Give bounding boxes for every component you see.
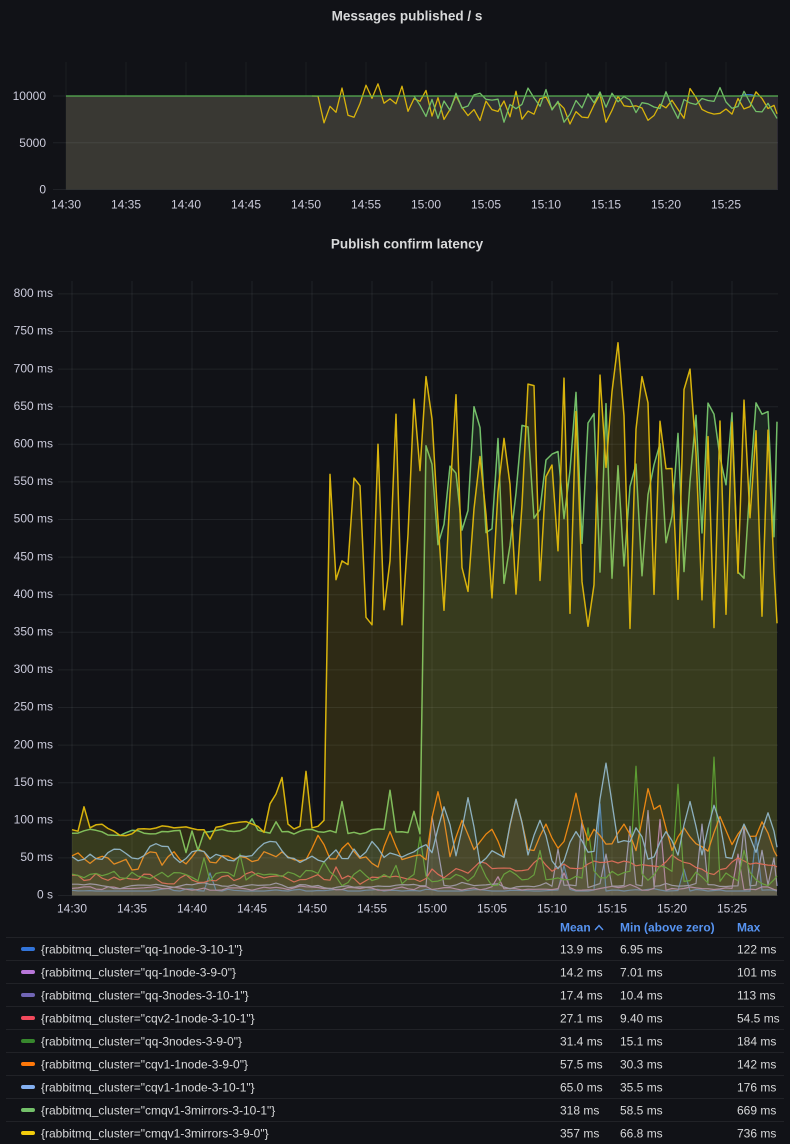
- svg-text:15:25: 15:25: [711, 198, 741, 212]
- svg-text:0 s: 0 s: [37, 888, 53, 902]
- svg-text:250 ms: 250 ms: [14, 700, 53, 714]
- svg-text:14:55: 14:55: [351, 198, 381, 212]
- svg-text:15:00: 15:00: [411, 198, 441, 212]
- svg-text:14:35: 14:35: [117, 902, 147, 916]
- svg-text:27.1 ms: 27.1 ms: [560, 1011, 603, 1025]
- svg-text:Min (above zero): Min (above zero): [620, 921, 715, 935]
- svg-text:0: 0: [39, 183, 46, 197]
- svg-text:14.2 ms: 14.2 ms: [560, 965, 603, 979]
- svg-text:700 ms: 700 ms: [14, 361, 53, 375]
- svg-text:500 ms: 500 ms: [14, 512, 53, 526]
- svg-text:14:50: 14:50: [297, 902, 327, 916]
- svg-text:65.0 ms: 65.0 ms: [560, 1080, 603, 1094]
- svg-text:31.4 ms: 31.4 ms: [560, 1034, 603, 1048]
- svg-text:14:45: 14:45: [237, 902, 267, 916]
- svg-text:669 ms: 669 ms: [737, 1103, 776, 1117]
- svg-text:7.01 ms: 7.01 ms: [620, 965, 663, 979]
- svg-text:14:55: 14:55: [357, 902, 387, 916]
- svg-text:58.5 ms: 58.5 ms: [620, 1103, 663, 1117]
- svg-text:176 ms: 176 ms: [737, 1080, 776, 1094]
- svg-text:14:30: 14:30: [51, 198, 81, 212]
- svg-text:14:35: 14:35: [111, 198, 141, 212]
- svg-text:35.5 ms: 35.5 ms: [620, 1080, 663, 1094]
- svg-text:10.4 ms: 10.4 ms: [620, 988, 663, 1002]
- svg-text:10000: 10000: [13, 89, 47, 103]
- svg-text:101 ms: 101 ms: [737, 965, 776, 979]
- svg-text:15:15: 15:15: [591, 198, 621, 212]
- svg-text:15.1 ms: 15.1 ms: [620, 1034, 663, 1048]
- svg-text:450 ms: 450 ms: [14, 549, 53, 563]
- svg-text:142 ms: 142 ms: [737, 1057, 776, 1071]
- svg-text:14:40: 14:40: [171, 198, 201, 212]
- svg-text:200 ms: 200 ms: [14, 737, 53, 751]
- svg-text:113 ms: 113 ms: [737, 988, 775, 1002]
- svg-text:{rabbitmq_cluster="qq-3nodes-3: {rabbitmq_cluster="qq-3nodes-3-10-1"}: [41, 988, 249, 1002]
- svg-text:550 ms: 550 ms: [14, 474, 53, 488]
- svg-text:800 ms: 800 ms: [14, 286, 53, 300]
- svg-text:Messages published / s: Messages published / s: [332, 9, 483, 24]
- svg-text:15:20: 15:20: [651, 198, 681, 212]
- svg-text:400 ms: 400 ms: [14, 587, 53, 601]
- svg-text:15:15: 15:15: [597, 902, 627, 916]
- svg-text:{rabbitmq_cluster="qq-1node-3-: {rabbitmq_cluster="qq-1node-3-10-1"}: [41, 942, 243, 956]
- svg-text:Max: Max: [737, 921, 761, 935]
- svg-text:{rabbitmq_cluster="cqv1-1node-: {rabbitmq_cluster="cqv1-1node-3-9-0"}: [41, 1057, 248, 1071]
- svg-text:300 ms: 300 ms: [14, 662, 53, 676]
- svg-text:318 ms: 318 ms: [560, 1103, 599, 1117]
- svg-text:14:30: 14:30: [57, 902, 87, 916]
- svg-text:350 ms: 350 ms: [14, 625, 53, 639]
- svg-text:15:05: 15:05: [471, 198, 501, 212]
- svg-text:13.9 ms: 13.9 ms: [560, 942, 603, 956]
- svg-text:600 ms: 600 ms: [14, 437, 53, 451]
- svg-text:Publish confirm latency: Publish confirm latency: [331, 237, 484, 252]
- svg-text:Mean: Mean: [560, 921, 591, 935]
- svg-text:150 ms: 150 ms: [14, 775, 53, 789]
- svg-text:6.95 ms: 6.95 ms: [620, 942, 663, 956]
- svg-text:736 ms: 736 ms: [737, 1126, 776, 1140]
- svg-text:54.5 ms: 54.5 ms: [737, 1011, 780, 1025]
- svg-text:17.4 ms: 17.4 ms: [560, 988, 603, 1002]
- svg-text:15:10: 15:10: [531, 198, 561, 212]
- svg-text:14:40: 14:40: [177, 902, 207, 916]
- svg-text:100 ms: 100 ms: [14, 813, 53, 827]
- svg-text:{rabbitmq_cluster="qq-3nodes-3: {rabbitmq_cluster="qq-3nodes-3-9-0"}: [41, 1034, 242, 1048]
- svg-text:122 ms: 122 ms: [737, 942, 776, 956]
- svg-text:9.40 ms: 9.40 ms: [620, 1011, 663, 1025]
- svg-text:{rabbitmq_cluster="cqv1-1node-: {rabbitmq_cluster="cqv1-1node-3-10-1"}: [41, 1080, 255, 1094]
- svg-text:15:25: 15:25: [717, 902, 747, 916]
- svg-text:66.8 ms: 66.8 ms: [620, 1126, 663, 1140]
- svg-text:30.3 ms: 30.3 ms: [620, 1057, 663, 1071]
- svg-text:{rabbitmq_cluster="cmqv1-3mirr: {rabbitmq_cluster="cmqv1-3mirrors-3-9-0"…: [41, 1126, 269, 1140]
- svg-text:14:45: 14:45: [231, 198, 261, 212]
- svg-text:14:50: 14:50: [291, 198, 321, 212]
- svg-text:15:05: 15:05: [477, 902, 507, 916]
- svg-text:184 ms: 184 ms: [737, 1034, 776, 1048]
- svg-text:750 ms: 750 ms: [14, 324, 53, 338]
- svg-text:50 ms: 50 ms: [20, 850, 53, 864]
- svg-text:{rabbitmq_cluster="cmqv1-3mirr: {rabbitmq_cluster="cmqv1-3mirrors-3-10-1…: [41, 1103, 275, 1117]
- svg-text:57.5 ms: 57.5 ms: [560, 1057, 603, 1071]
- svg-text:15:20: 15:20: [657, 902, 687, 916]
- svg-text:15:00: 15:00: [417, 902, 447, 916]
- svg-text:{rabbitmq_cluster="cqv2-1node-: {rabbitmq_cluster="cqv2-1node-3-10-1"}: [41, 1011, 255, 1025]
- svg-text:650 ms: 650 ms: [14, 399, 53, 413]
- svg-text:15:10: 15:10: [537, 902, 567, 916]
- svg-text:357 ms: 357 ms: [560, 1126, 599, 1140]
- svg-text:{rabbitmq_cluster="qq-1node-3-: {rabbitmq_cluster="qq-1node-3-9-0"}: [41, 965, 236, 979]
- svg-text:5000: 5000: [19, 136, 46, 150]
